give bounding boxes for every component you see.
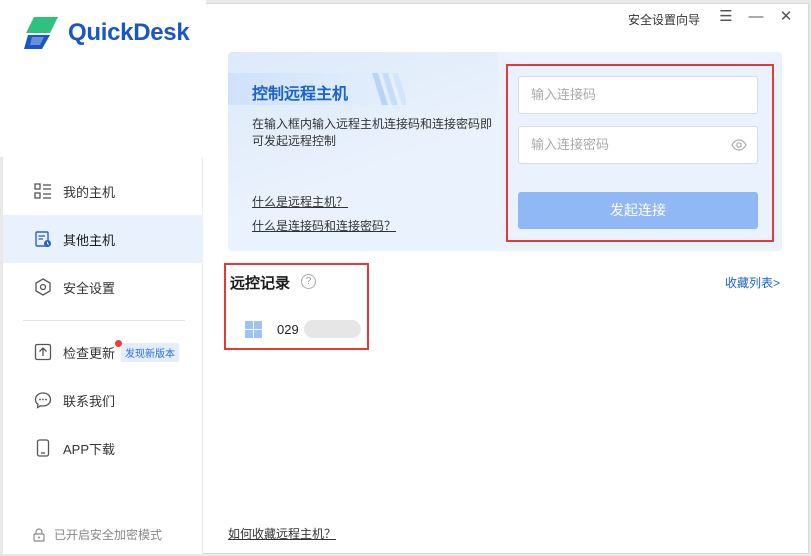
sidebar-item-app-download[interactable]: APP下载	[3, 424, 203, 472]
sidebar-item-label: 其他主机	[63, 232, 116, 248]
minimize-icon[interactable]: —	[748, 9, 764, 25]
logo-area: QuickDesk	[0, 0, 206, 157]
close-icon[interactable]: ✕	[778, 9, 794, 25]
chat-icon	[34, 391, 52, 409]
sidebar-item-other-hosts[interactable]: 其他主机	[3, 215, 203, 263]
what-are-codes-link[interactable]: 什么是连接码和连接密码？	[252, 217, 396, 234]
new-version-badge[interactable]: 发现新版本	[121, 342, 180, 362]
highlight-box-history	[224, 263, 369, 350]
how-to-favorite-link[interactable]: 如何收藏远程主机？	[228, 525, 336, 542]
connect-description: 在输入框内输入远程主机连接码和连接密码即可发起远程控制	[252, 117, 493, 148]
list-icon	[34, 182, 52, 200]
lock-icon	[33, 527, 45, 542]
sidebar-item-label: 安全设置	[63, 280, 116, 296]
app-name: QuickDesk	[68, 19, 190, 46]
sidebar-item-security[interactable]: 安全设置	[3, 263, 203, 311]
sidebar-item-label: APP下载	[63, 441, 116, 457]
highlight-box-connect	[506, 64, 774, 242]
title-stripes	[372, 73, 406, 105]
update-dot	[115, 340, 122, 347]
quickdesk-logo-icon	[24, 17, 58, 49]
sidebar-item-label: 检查更新	[63, 345, 116, 361]
shield-hex-icon	[34, 278, 52, 296]
app-logo: QuickDesk	[24, 15, 190, 51]
upload-icon	[34, 343, 52, 361]
what-is-remote-host-link[interactable]: 什么是远程主机？	[252, 193, 348, 210]
sidebar-item-contact[interactable]: 联系我们	[3, 376, 203, 424]
phone-icon	[34, 439, 52, 457]
secure-mode-status: 已开启安全加密模式	[32, 526, 162, 543]
sidebar-item-my-hosts[interactable]: 我的主机	[3, 167, 203, 215]
sidebar-divider	[23, 320, 185, 321]
sidebar-item-check-update[interactable]: 检查更新 发现新版本	[3, 328, 203, 376]
titlebar: 安全设置向导 ☰ — ✕	[206, 3, 808, 33]
favorites-list-link[interactable]: 收藏列表>	[725, 274, 780, 291]
security-guide-link[interactable]: 安全设置向导	[628, 11, 700, 28]
screen-icon	[34, 230, 52, 248]
sidebar-item-label: 我的主机	[63, 184, 116, 200]
connect-title: 控制远程主机	[252, 86, 349, 103]
menu-icon[interactable]: ☰	[718, 9, 734, 25]
sidebar-item-label: 联系我们	[63, 393, 116, 409]
